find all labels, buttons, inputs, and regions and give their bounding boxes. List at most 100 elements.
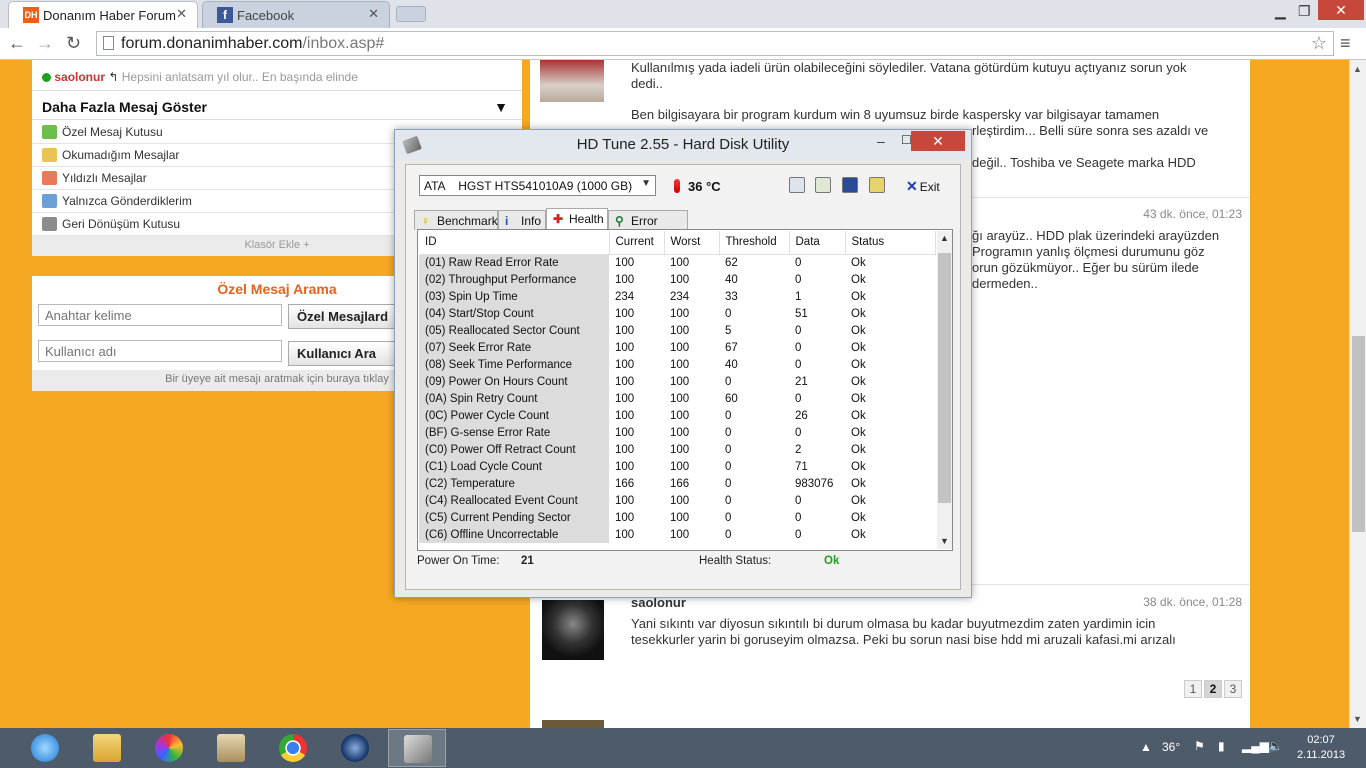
media-icon[interactable] (326, 729, 384, 767)
column-header-id[interactable]: ID (419, 231, 610, 255)
table-cell: Ok (851, 341, 866, 354)
scroll-thumb[interactable] (1352, 336, 1365, 532)
table-cell: 21 (795, 375, 808, 388)
preview-snippet: Hepsini anlatsam yıl olur.. En başında e… (121, 70, 358, 84)
table-row[interactable]: (C1) Load Cycle Count 100 100 0 71 Ok (419, 458, 935, 475)
keyword-input[interactable] (38, 304, 282, 326)
table-cell: 100 (615, 528, 635, 541)
chrome-icon[interactable] (264, 729, 322, 767)
tab-facebook[interactable]: f Facebook ✕ (202, 1, 390, 28)
copy-icon[interactable] (789, 177, 805, 193)
table-row[interactable]: (C6) Offline Uncorrectable 100 100 0 0 Ok (419, 526, 935, 543)
picasa-icon[interactable] (140, 729, 198, 767)
forward-arrow-icon[interactable]: → (36, 33, 54, 54)
minimize-icon[interactable]: ▁ (1275, 3, 1286, 20)
table-cell: (C6) Offline Uncorrectable (419, 526, 609, 543)
back-arrow-icon[interactable]: ← (8, 33, 26, 54)
table-row[interactable]: (BF) G-sense Error Rate 100 100 0 0 Ok (419, 424, 935, 441)
table-scrollbar[interactable]: ▲ ▼ (937, 231, 952, 549)
clock[interactable]: 02:07 2.11.2013 (1288, 733, 1354, 763)
internet-explorer-icon[interactable] (16, 729, 74, 767)
hard-disk-icon (402, 135, 422, 155)
table-cell: (08) Seek Time Performance (419, 356, 609, 373)
file-explorer-icon[interactable] (78, 729, 136, 767)
address-bar[interactable]: forum.donanimhaber.com/inbox.asp# ☆ (96, 31, 1334, 56)
table-cell: Ok (851, 392, 866, 405)
game-icon[interactable] (202, 729, 260, 767)
tray-expand-icon[interactable]: ▲ (1140, 740, 1152, 754)
message-preview[interactable]: saolonur ↰ Hepsini anlatsam yıl olur.. E… (32, 60, 522, 90)
weather-temp[interactable]: 36° (1162, 740, 1180, 754)
tab-benchmark[interactable]: ♀ Benchmark (414, 210, 498, 230)
avatar[interactable] (540, 60, 604, 102)
exit-button[interactable]: ✕ Exit (906, 178, 940, 195)
flag-icon[interactable]: ⚑ (1194, 739, 1205, 753)
menu-icon[interactable]: ≡ (1340, 33, 1351, 54)
page-link-current[interactable]: 2 (1204, 680, 1222, 698)
table-row[interactable]: (07) Seek Error Rate 100 100 67 0 Ok (419, 339, 935, 356)
scroll-up-icon[interactable]: ▲ (940, 233, 949, 243)
reload-icon[interactable]: ↻ (66, 33, 81, 54)
table-row[interactable]: (0C) Power Cycle Count 100 100 0 26 Ok (419, 407, 935, 424)
more-messages-button[interactable]: Daha Fazla Mesaj Göster ▼ (32, 90, 522, 120)
table-row[interactable]: (C2) Temperature 166 166 0 983076 Ok (419, 475, 935, 492)
table-row[interactable]: (04) Start/Stop Count 100 100 0 51 Ok (419, 305, 935, 322)
dropdown-arrow-icon: ▼ (641, 178, 651, 189)
bookmark-star-icon[interactable]: ☆ (1311, 33, 1327, 54)
username-input[interactable] (38, 340, 282, 362)
paste-icon[interactable] (815, 177, 831, 193)
user-search-button[interactable]: Kullanıcı Ara (288, 341, 398, 366)
column-header-status[interactable]: Status (845, 231, 936, 255)
table-row[interactable]: (C0) Power Off Retract Count 100 100 0 2 Ok (419, 441, 935, 458)
scroll-up-icon[interactable]: ▲ (1353, 64, 1362, 74)
page-scrollbar[interactable]: ▲ ▼ (1349, 60, 1366, 728)
table-cell: Ok (851, 494, 866, 507)
column-header-worst[interactable]: Worst (664, 231, 720, 255)
table-row[interactable]: (03) Spin Up Time 234 234 33 1 Ok (419, 288, 935, 305)
new-tab-button[interactable] (396, 6, 426, 22)
table-cell: 100 (615, 443, 635, 456)
hdtune-titlebar[interactable]: HD Tune 2.55 - Hard Disk Utility – ☐ ✕ (395, 130, 971, 160)
table-row[interactable]: (0A) Spin Retry Count 100 100 60 0 Ok (419, 390, 935, 407)
column-header-current[interactable]: Current (609, 231, 665, 255)
scroll-down-icon[interactable]: ▼ (940, 536, 949, 546)
tab-health[interactable]: ✚ Health (546, 208, 608, 231)
tab-donanimhaber[interactable]: DH Donanım Haber Forum ✕ (8, 1, 198, 28)
network-icon[interactable]: ▂▄▆ (1242, 739, 1269, 753)
table-row[interactable]: (09) Power On Hours Count 100 100 0 21 Ok (419, 373, 935, 390)
hdtune-icon[interactable] (388, 729, 446, 767)
window-close-button[interactable]: ✕ (1318, 0, 1364, 20)
table-cell: 0 (795, 426, 802, 439)
table-row[interactable]: (01) Raw Read Error Rate 100 100 62 0 Ok (419, 254, 935, 271)
tab-error-scan[interactable]: ⚲Error Scan (608, 210, 688, 242)
minimize-icon[interactable]: – (877, 133, 885, 149)
post-line: Ben bilgisayara bir program kurdum win 8… (631, 107, 1160, 122)
table-row[interactable]: (02) Throughput Performance 100 100 40 0 Ok (419, 271, 935, 288)
scroll-down-icon[interactable]: ▼ (1353, 714, 1362, 724)
page-link[interactable]: 3 (1224, 680, 1242, 698)
volume-icon[interactable]: 🔈 (1268, 739, 1283, 753)
table-row[interactable]: (05) Reallocated Sector Count 100 100 5 0 Ok (419, 322, 935, 339)
drive-select[interactable]: ATA HGST HTS541010A9 (1000 GB) ▼ (419, 175, 656, 196)
table-row[interactable]: (08) Seek Time Performance 100 100 40 0 Ok (419, 356, 935, 373)
recycle-bin-icon (42, 217, 57, 231)
tab-info[interactable]: i Info (498, 210, 546, 230)
column-header-threshold[interactable]: Threshold (719, 231, 790, 255)
tab-close-icon[interactable]: ✕ (176, 6, 187, 22)
table-row[interactable]: (C4) Reallocated Event Count 100 100 0 0 Ok (419, 492, 935, 509)
battery-icon[interactable]: ▮ (1218, 739, 1225, 753)
hdtune-close-button[interactable]: ✕ (911, 131, 965, 151)
restore-icon[interactable]: ❐ (1298, 3, 1311, 20)
table-cell: 0 (725, 307, 732, 320)
table-row[interactable]: (C5) Current Pending Sector 100 100 0 0 Ok (419, 509, 935, 526)
avatar[interactable] (542, 600, 604, 660)
health-cross-icon: ✚ (553, 212, 564, 226)
keyword-search-button[interactable]: Özel Mesajlard (288, 304, 398, 329)
tab-close-icon[interactable]: ✕ (368, 6, 379, 22)
page-link[interactable]: 1 (1184, 680, 1202, 698)
options-icon[interactable] (869, 177, 885, 193)
column-header-data[interactable]: Data (789, 231, 846, 255)
scroll-thumb[interactable] (938, 253, 951, 503)
save-icon[interactable] (842, 177, 858, 193)
table-cell: 1 (795, 290, 802, 303)
